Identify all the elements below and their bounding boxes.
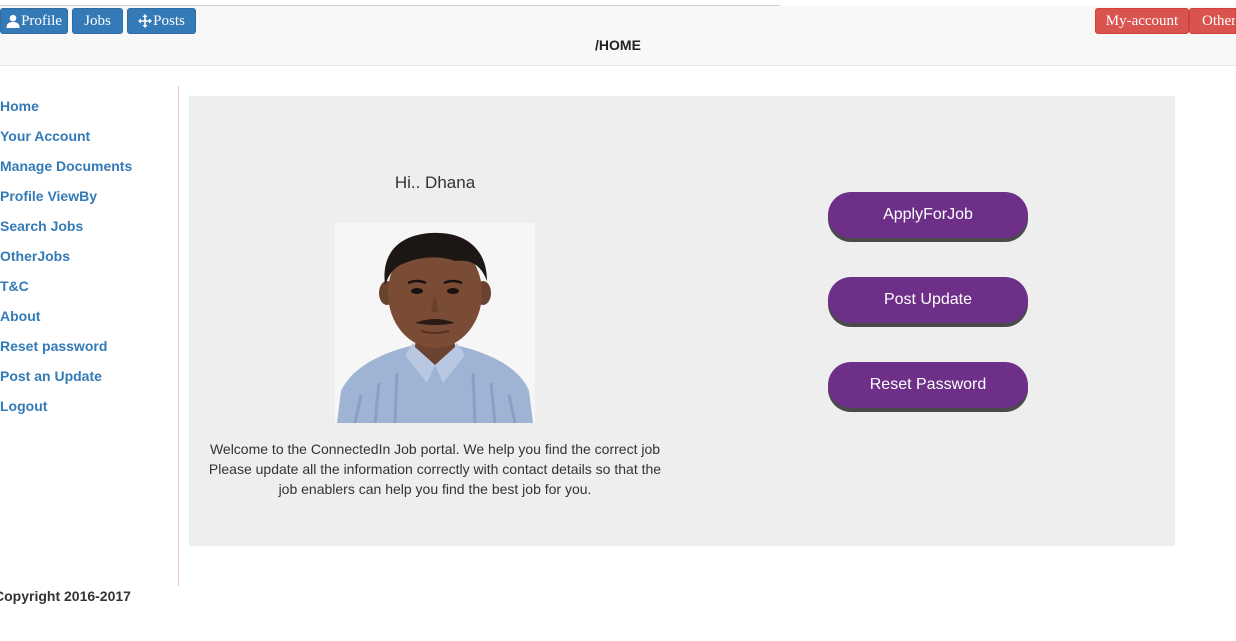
post-update-button[interactable]: Post Update [828, 277, 1028, 323]
sidebar-item-terms[interactable]: T&C [0, 274, 178, 304]
welcome-line: job enablers can help you find the best … [278, 481, 592, 497]
sidebar-item-about[interactable]: About [0, 304, 178, 334]
profile-photo [335, 223, 535, 423]
my-account-button[interactable]: My-account [1095, 8, 1189, 34]
jobs-button[interactable]: Jobs [72, 8, 123, 34]
welcome-message: Welcome to the ConnectedIn Job portal. W… [201, 439, 669, 499]
profile-button-label: Profile [21, 12, 62, 29]
profile-button[interactable]: Profile [0, 8, 68, 34]
home-panel: Hi.. Dhana Welcome to the ConnectedIn Jo… [189, 96, 1175, 546]
welcome-line: Welcome to the ConnectedIn Job portal. W… [209, 441, 661, 457]
sidebar-item-your-account[interactable]: Your Account [0, 124, 178, 154]
sidebar-item-search-jobs[interactable]: Search Jobs [0, 214, 178, 244]
sidebar-item-other-jobs[interactable]: OtherJobs [0, 244, 178, 274]
sidebar-item-logout[interactable]: Logout [0, 394, 178, 424]
footer-copyright: Copyright 2016-2017 [0, 588, 178, 604]
reset-password-button[interactable]: Reset Password [828, 362, 1028, 408]
jobs-button-label: Jobs [84, 12, 111, 29]
top-navbar: Profile Jobs Posts My-account Other /HOM… [0, 6, 1236, 66]
sidebar-item-profile-viewby[interactable]: Profile ViewBy [0, 184, 178, 214]
posts-button[interactable]: Posts [127, 8, 196, 34]
sidebar-item-manage-documents[interactable]: Manage Documents [0, 154, 178, 184]
posts-button-label: Posts [153, 12, 185, 29]
other-button-label: Other [1202, 12, 1236, 29]
my-account-button-label: My-account [1105, 12, 1179, 29]
move-icon [138, 14, 153, 28]
sidebar-nav: Home Your Account Manage Documents Profi… [0, 94, 178, 424]
user-icon [6, 14, 20, 28]
sidebar-item-post-update[interactable]: Post an Update [0, 364, 178, 394]
sidebar-item-reset-password[interactable]: Reset password [0, 334, 178, 364]
sidebar-item-home[interactable]: Home [0, 94, 178, 124]
copyright-text: Copyright 2016-2017 [0, 588, 131, 604]
greeting-text: Hi.. Dhana [394, 173, 476, 192]
sidebar-divider [178, 86, 179, 586]
breadcrumb: /HOME [595, 37, 641, 53]
other-button[interactable]: Other [1189, 8, 1236, 34]
apply-for-job-button[interactable]: ApplyForJob [828, 192, 1028, 238]
welcome-line: Please update all the information correc… [208, 461, 662, 477]
